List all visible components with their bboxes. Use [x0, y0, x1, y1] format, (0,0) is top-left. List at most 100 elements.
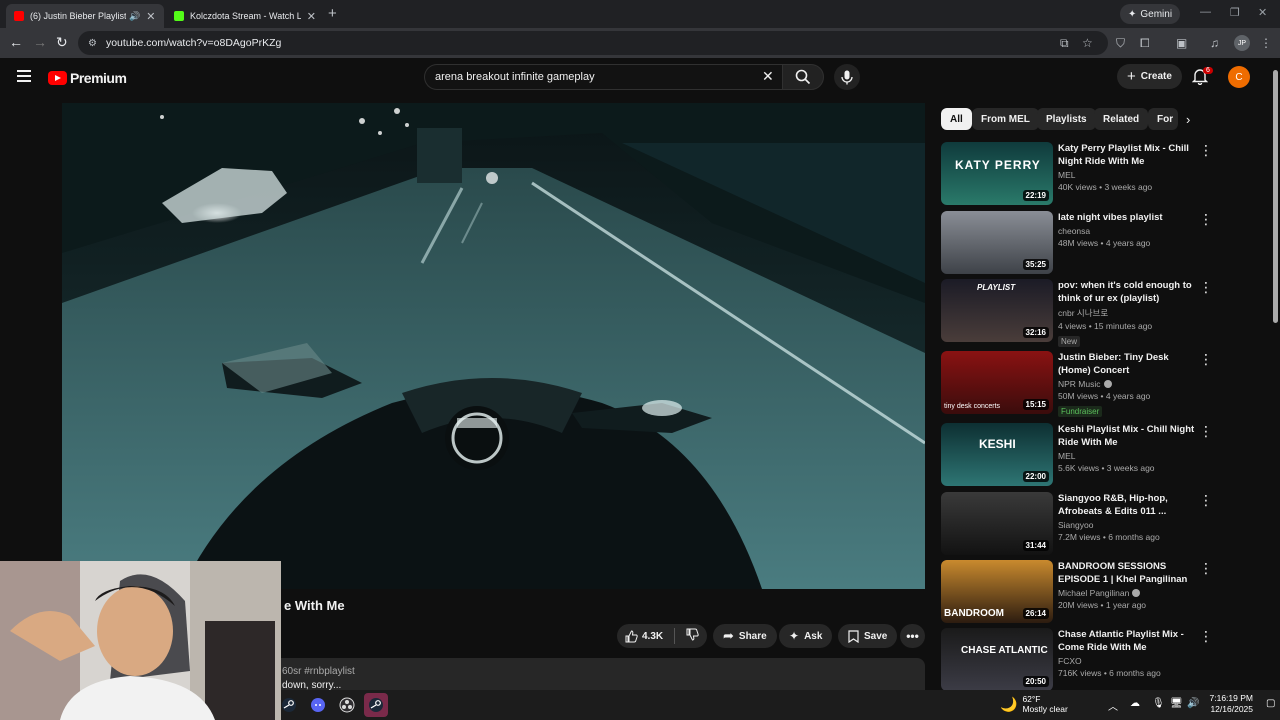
notification-center-icon[interactable]: ▢ [1266, 698, 1275, 709]
shield-extension-icon[interactable]: ⛉ [1116, 36, 1125, 51]
search-input[interactable]: arena breakout infinite gameplay [424, 64, 784, 90]
video-thumbnail[interactable]: PLAYLIST 32:16 [941, 279, 1053, 342]
recommendation-item[interactable]: BANDROOM 26:14 BANDROOM SESSIONS EPISODE… [941, 560, 1213, 624]
recommendation-title[interactable]: BANDROOM SESSIONS EPISODE 1 | Khel Pangi… [1058, 560, 1198, 586]
account-avatar[interactable]: C [1228, 66, 1250, 88]
video-thumbnail[interactable]: KATY PERRY 22:19 [941, 142, 1053, 205]
video-thumbnail[interactable]: 35:25 [941, 211, 1053, 274]
back-icon[interactable]: ← [9, 34, 23, 50]
tab-kolczdota[interactable]: Kolczdota Stream - Watch Live ✕ [166, 4, 324, 28]
channel-name[interactable]: cheonsa [1058, 226, 1198, 236]
tray-overflow-icon[interactable]: ︿ [1108, 698, 1118, 713]
recommendation-title[interactable]: Chase Atlantic Playlist Mix - Come Ride … [1058, 628, 1198, 654]
clock[interactable]: 7:16:19 PM 12/16/2025 [1205, 693, 1253, 715]
recommendation-title[interactable]: Justin Bieber: Tiny Desk (Home) Concert [1058, 351, 1198, 377]
profile-avatar[interactable]: JP [1234, 35, 1250, 51]
site-info-icon[interactable]: ⚙ [88, 38, 97, 49]
video-player[interactable] [62, 103, 925, 589]
minimize-icon[interactable]: — [1200, 6, 1211, 18]
channel-name[interactable]: Siangyoo [1058, 520, 1198, 530]
chevron-right-icon[interactable]: › [1186, 112, 1190, 127]
network-icon[interactable]: 🖥 [1170, 698, 1183, 709]
more-vertical-icon[interactable]: ⋮ [1199, 560, 1213, 577]
media-control-icon[interactable]: ♫ [1210, 36, 1219, 50]
plus-icon: + [1127, 68, 1136, 85]
recommendation-title[interactable]: Keshi Playlist Mix - Chill Night Ride Wi… [1058, 423, 1198, 449]
chip-playlists[interactable]: Playlists [1037, 108, 1096, 130]
channel-name[interactable]: FCXO [1058, 656, 1198, 666]
recommendation-title[interactable]: Siangyoo R&B, Hip-hop, Afrobeats & Edits… [1058, 492, 1198, 518]
more-vertical-icon[interactable]: ⋮ [1199, 492, 1213, 509]
chip-for-you[interactable]: For [1148, 108, 1178, 130]
more-actions-button[interactable]: ••• [900, 624, 925, 648]
video-thumbnail[interactable]: BANDROOM 26:14 [941, 560, 1053, 623]
more-vertical-icon[interactable]: ⋮ [1199, 211, 1213, 228]
save-button[interactable]: Save [838, 624, 898, 648]
share-button[interactable]: ➦ Share [713, 624, 777, 648]
channel-name[interactable]: NPR Music [1058, 379, 1198, 389]
reload-icon[interactable]: ↻ [56, 34, 68, 51]
channel-name[interactable]: Michael Pangilinan [1058, 588, 1198, 598]
recommendation-title[interactable]: pov: when it's cold enough to think of u… [1058, 279, 1198, 305]
voice-search-button[interactable] [834, 64, 860, 90]
youtube-logo[interactable]: Premium [48, 70, 127, 86]
duration-badge: 32:16 [1022, 327, 1049, 338]
install-app-icon[interactable]: ⧉ [1060, 36, 1069, 51]
recommendation-title[interactable]: late night vibes playlist [1058, 211, 1198, 224]
more-vertical-icon[interactable]: ⋮ [1199, 142, 1213, 159]
hamburger-menu-icon[interactable] [17, 70, 31, 85]
browser-menu-icon[interactable]: ⋮ [1260, 36, 1272, 50]
forward-icon[interactable]: → [33, 34, 47, 50]
ask-button[interactable]: ✦ Ask [779, 624, 833, 648]
video-thumbnail[interactable]: CHASE ATLANTIC 20:50 [941, 628, 1053, 691]
recommendation-item[interactable]: 35:25 late night vibes playlist cheonsa … [941, 211, 1213, 275]
channel-name[interactable]: MEL [1058, 170, 1198, 180]
tab-close-icon[interactable]: ✕ [307, 10, 316, 23]
recommendation-title[interactable]: Katy Perry Playlist Mix - Chill Night Ri… [1058, 142, 1198, 168]
tab-youtube[interactable]: (6) Justin Bieber Playlist Mix 🔊 ✕ [6, 4, 164, 28]
volume-icon[interactable]: 🔊 [1187, 698, 1199, 709]
tab-search-icon[interactable]: ▣ [1176, 36, 1187, 50]
steam-icon[interactable] [277, 693, 301, 717]
chip-from-mel[interactable]: From MEL [972, 108, 1039, 130]
recommendation-item[interactable]: PLAYLIST 32:16 pov: when it's cold enoug… [941, 279, 1213, 347]
video-thumbnail[interactable]: KESHI 22:00 [941, 423, 1053, 486]
search-button[interactable] [782, 64, 824, 90]
microphone-tray-icon[interactable]: 🎙 [1152, 698, 1165, 709]
scrollbar-thumb[interactable] [1273, 70, 1278, 323]
more-vertical-icon[interactable]: ⋮ [1199, 423, 1213, 440]
chip-related[interactable]: Related [1094, 108, 1149, 130]
discord-icon[interactable] [306, 693, 330, 717]
new-tab-button[interactable]: + [328, 5, 337, 22]
close-window-icon[interactable]: ✕ [1258, 6, 1267, 19]
onedrive-icon[interactable]: ☁ [1130, 698, 1140, 709]
create-button[interactable]: + Create [1117, 64, 1182, 89]
video-thumbnail[interactable]: tiny desk concerts 15:15 [941, 351, 1053, 414]
channel-name[interactable]: cnbr 시나브로 [1058, 307, 1198, 319]
tab-close-icon[interactable]: ✕ [146, 10, 155, 23]
channel-name[interactable]: MEL [1058, 451, 1198, 461]
weather-widget[interactable]: 🌙 62°F Mostly clear [1000, 694, 1068, 714]
clear-search-icon[interactable]: ✕ [762, 68, 774, 85]
recommendation-item[interactable]: tiny desk concerts 15:15 Justin Bieber: … [941, 351, 1213, 417]
recommendation-item[interactable]: CHASE ATLANTIC 20:50 Chase Atlantic Play… [941, 628, 1213, 692]
obs-icon[interactable] [335, 693, 359, 717]
more-vertical-icon[interactable]: ⋮ [1199, 351, 1213, 368]
like-button[interactable]: 4.3K [625, 629, 663, 643]
audio-playing-icon[interactable]: 🔊 [129, 11, 140, 22]
logo-text: Premium [70, 70, 127, 86]
maximize-icon[interactable]: ❐ [1230, 6, 1240, 19]
recommendation-item[interactable]: KATY PERRY 22:19 Katy Perry Playlist Mix… [941, 142, 1213, 206]
bookmark-star-icon[interactable]: ☆ [1082, 36, 1093, 50]
more-vertical-icon[interactable]: ⋮ [1199, 279, 1213, 296]
recommendation-item[interactable]: KESHI 22:00 Keshi Playlist Mix - Chill N… [941, 423, 1213, 487]
gemini-button[interactable]: ✦ Gemini [1120, 4, 1181, 24]
chip-all[interactable]: All [941, 108, 972, 130]
extensions-icon[interactable]: ⧠ [1140, 36, 1150, 51]
more-vertical-icon[interactable]: ⋮ [1199, 628, 1213, 645]
url-input[interactable]: ⚙ youtube.com/watch?v=o8DAgoPrKZg [78, 31, 1108, 55]
steam-active-icon[interactable] [364, 693, 388, 717]
dislike-button[interactable] [686, 628, 699, 644]
video-thumbnail[interactable]: 31:44 [941, 492, 1053, 555]
recommendation-item[interactable]: 31:44 Siangyoo R&B, Hip-hop, Afrobeats &… [941, 492, 1213, 556]
